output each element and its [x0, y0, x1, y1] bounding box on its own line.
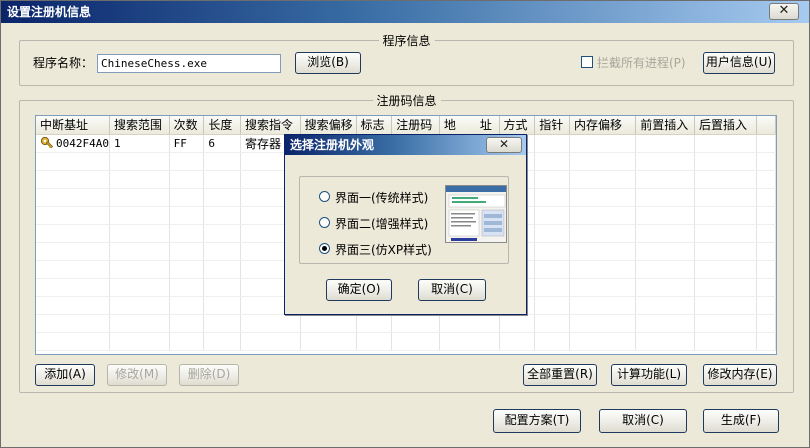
cell-text: 0042F4A0: [56, 137, 109, 150]
col-header[interactable]: 次数: [169, 116, 205, 135]
cell-base-address: 0042F4A0: [36, 134, 110, 153]
col-header[interactable]: 地 址: [439, 116, 500, 135]
dialog-title: 选择注册机外观: [290, 138, 375, 152]
preview-thumbnail-icon: [446, 186, 506, 241]
col-header[interactable]: 指针: [534, 116, 570, 135]
col-header[interactable]: 前置插入: [635, 116, 695, 135]
dialog-titlebar[interactable]: 选择注册机外观 ✕: [285, 135, 526, 155]
window-title: 设置注册机信息: [7, 5, 92, 19]
cell: [694, 134, 757, 153]
delete-button[interactable]: 删除(D): [179, 364, 239, 386]
main-window: 设置注册机信息 ✕ 程序信息 程序名称： ChineseChess.exe 浏览…: [0, 0, 810, 448]
cell: [534, 134, 570, 153]
window-titlebar[interactable]: 设置注册机信息 ✕: [1, 1, 809, 23]
close-icon[interactable]: ✕: [486, 137, 522, 153]
col-header[interactable]: 长度: [203, 116, 241, 135]
program-info-title: 程序信息: [378, 32, 435, 49]
col-header[interactable]: 内存偏移: [569, 116, 637, 135]
option-xp-label[interactable]: 界面三(仿XP样式): [335, 241, 432, 258]
cell: 1: [109, 134, 170, 153]
cell: [756, 134, 776, 153]
table-header-row: 中断基址 搜索范围 次数 长度 搜索指令 搜索偏移 标志 注册码 地 址 方式 …: [36, 116, 776, 135]
col-header[interactable]: 中断基址: [36, 116, 110, 135]
modify-memory-button[interactable]: 修改内存(E): [703, 364, 777, 386]
option-classic-radio[interactable]: [319, 191, 330, 202]
col-header[interactable]: 后置插入: [694, 116, 757, 135]
table-row-empty: [36, 332, 776, 351]
add-button[interactable]: 添加(A): [35, 364, 95, 386]
cell: [635, 134, 695, 153]
dialog-ok-button[interactable]: 确定(O): [326, 279, 392, 301]
table-row-empty: [36, 314, 776, 333]
appearance-preview-image: [445, 185, 507, 243]
reg-info-title: 注册码信息: [372, 92, 441, 109]
col-header[interactable]: 搜索范围: [109, 116, 170, 135]
program-name-label: 程序名称：: [33, 56, 94, 70]
close-icon[interactable]: ✕: [769, 3, 799, 20]
option-classic-label[interactable]: 界面一(传统样式): [335, 189, 428, 206]
modify-button[interactable]: 修改(M): [107, 364, 167, 386]
browse-button[interactable]: 浏览(B): [295, 52, 361, 74]
cell: [569, 134, 637, 153]
col-header[interactable]: 方式: [499, 116, 536, 135]
cell: 6: [203, 134, 241, 153]
col-header[interactable]: 搜索指令: [240, 116, 301, 135]
appearance-dialog: 选择注册机外观 ✕ 界面一(传统样式) 界面二(增强样式) 界面三(仿XP样式): [284, 134, 527, 315]
col-header-filler: [756, 116, 776, 135]
block-all-checkbox[interactable]: [581, 56, 593, 68]
option-enhanced-label[interactable]: 界面二(增强样式): [335, 215, 428, 232]
user-info-button[interactable]: 用户信息(U): [703, 52, 775, 74]
generate-button[interactable]: 生成(F): [703, 409, 779, 433]
col-header[interactable]: 注册码: [391, 116, 440, 135]
cell: FF: [169, 134, 205, 153]
reset-all-button[interactable]: 全部重置(R): [523, 364, 597, 386]
col-header[interactable]: 搜索偏移: [300, 116, 357, 135]
option-xp-radio[interactable]: [319, 243, 330, 254]
calc-button[interactable]: 计算功能(L): [611, 364, 687, 386]
col-header[interactable]: 标志: [356, 116, 393, 135]
cancel-button[interactable]: 取消(C): [599, 409, 687, 433]
block-all-label: 拦截所有进程(P): [597, 56, 686, 70]
option-enhanced-radio[interactable]: [319, 217, 330, 228]
program-name-input[interactable]: ChineseChess.exe: [97, 54, 281, 73]
config-scheme-button[interactable]: 配置方案(T): [493, 409, 581, 433]
dialog-cancel-button[interactable]: 取消(C): [418, 279, 486, 301]
key-icon: [40, 136, 54, 149]
